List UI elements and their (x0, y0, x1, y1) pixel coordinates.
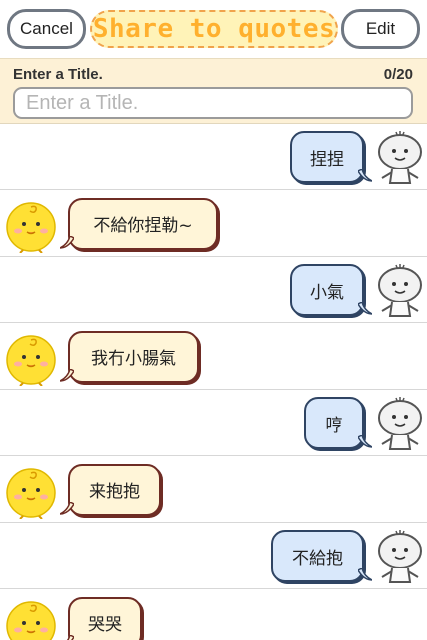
bot-message-bubble[interactable]: 来抱抱 (60, 463, 161, 516)
bot-message-bubble[interactable]: 哭哭 (66, 596, 142, 640)
bot-message-bubble[interactable]: 我冇小腸氣 (60, 330, 199, 383)
bubble-tail-icon (358, 435, 372, 448)
yellow-chick-avatar-icon (6, 467, 56, 519)
title-input[interactable] (13, 87, 413, 119)
user-message-bubble[interactable]: 哼 (304, 397, 372, 449)
bubble-tail-icon (358, 302, 372, 315)
bot-message-bubble[interactable]: 不給你捏勒~ (60, 197, 218, 250)
top-bar: Cancel Share to quotes Edit (0, 0, 427, 58)
message-text: 不給抱 (292, 548, 343, 569)
user-message-bubble[interactable]: 不給抱 (271, 530, 372, 582)
bubble-tail-icon (66, 634, 74, 640)
yellow-chick-avatar-icon (6, 334, 56, 386)
user-message-bubble[interactable]: 捏捏 (290, 131, 372, 183)
white-doll-avatar-icon (378, 264, 422, 317)
bubble-tail-icon (358, 568, 372, 581)
title-label: Enter a Title. (13, 66, 103, 83)
white-doll-avatar-icon (378, 530, 422, 583)
message-text: 捏捏 (310, 149, 344, 170)
bubble-tail-icon (358, 169, 372, 182)
message-row[interactable]: 不給抱 (0, 523, 427, 589)
message-text: 哭哭 (88, 615, 122, 635)
message-text: 来抱抱 (89, 482, 140, 502)
message-row[interactable]: 不給你捏勒~ (0, 190, 427, 257)
white-doll-avatar-icon (378, 131, 422, 184)
message-row[interactable]: 小氣 (0, 257, 427, 323)
message-text: 不給你捏勒~ (93, 216, 193, 236)
page-title: Share to quotes (90, 10, 338, 48)
message-row[interactable]: 哭哭 (0, 589, 427, 640)
message-text: 我冇小腸氣 (91, 349, 176, 369)
message-text: 哼 (325, 415, 343, 436)
bubble-tail-icon (60, 501, 74, 515)
message-list[interactable]: 捏捏 不給你捏勒~ 小氣 我冇小腸氣 哼 来抱抱 不給抱 哭哭 (0, 124, 427, 640)
user-message-bubble[interactable]: 小氣 (290, 264, 372, 316)
yellow-chick-avatar-icon (6, 600, 56, 640)
message-row[interactable]: 捏捏 (0, 124, 427, 190)
title-char-counter: 0/20 (383, 66, 413, 83)
yellow-chick-avatar-icon (6, 201, 56, 253)
cancel-button[interactable]: Cancel (7, 9, 86, 49)
white-doll-avatar-icon (378, 397, 422, 450)
bubble-tail-icon (60, 368, 74, 382)
edit-button[interactable]: Edit (341, 9, 420, 49)
message-row[interactable]: 来抱抱 (0, 456, 427, 523)
message-row[interactable]: 我冇小腸氣 (0, 323, 427, 390)
title-entry-panel: Enter a Title. 0/20 (0, 58, 427, 124)
bubble-tail-icon (60, 235, 74, 249)
message-text: 小氣 (310, 282, 344, 303)
message-row[interactable]: 哼 (0, 390, 427, 456)
